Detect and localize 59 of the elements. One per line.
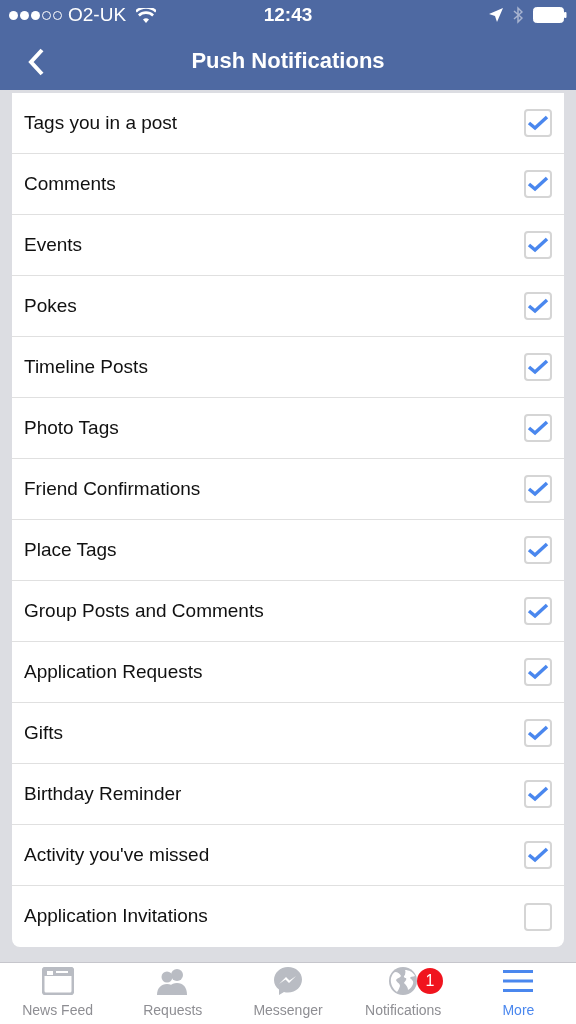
notification-badge: 1 bbox=[417, 968, 444, 994]
checkmark-icon bbox=[527, 664, 549, 680]
setting-label: Application Requests bbox=[24, 659, 203, 684]
setting-label: Photo Tags bbox=[24, 415, 119, 440]
setting-label: Tags you in a post bbox=[24, 110, 178, 135]
setting-label: Gifts bbox=[24, 720, 64, 745]
news-feed-icon bbox=[41, 967, 74, 995]
checkmark-icon bbox=[527, 115, 549, 131]
globe-icon bbox=[388, 966, 419, 996]
setting-label: Timeline Posts bbox=[24, 354, 148, 379]
checkmark-icon bbox=[527, 237, 549, 253]
location-arrow-icon bbox=[489, 8, 503, 22]
tab-item[interactable]: Requests bbox=[115, 963, 231, 1024]
checkmark-icon bbox=[527, 542, 549, 558]
checkbox[interactable] bbox=[524, 414, 552, 442]
setting-label: Comments bbox=[24, 171, 116, 196]
checkmark-icon bbox=[527, 481, 549, 497]
chat-bubble-icon bbox=[272, 965, 304, 997]
setting-label: Place Tags bbox=[24, 537, 117, 562]
checkbox[interactable] bbox=[524, 475, 552, 503]
checkbox[interactable] bbox=[524, 780, 552, 808]
setting-label: Activity you've missed bbox=[24, 842, 210, 867]
checkmark-icon bbox=[527, 725, 549, 741]
checkbox[interactable] bbox=[524, 231, 552, 259]
back-chevron-icon bbox=[28, 48, 44, 76]
checkbox[interactable] bbox=[524, 719, 552, 747]
checkmark-icon bbox=[527, 176, 549, 192]
setting-label: Friend Confirmations bbox=[24, 476, 201, 501]
battery-icon bbox=[533, 7, 567, 23]
setting-label: Pokes bbox=[24, 293, 77, 318]
checkmark-icon bbox=[527, 603, 549, 619]
bluetooth-icon bbox=[513, 6, 523, 24]
wifi-icon bbox=[136, 7, 157, 23]
tab-item[interactable]: Messenger bbox=[230, 963, 346, 1024]
tab-item[interactable]: News Feed bbox=[0, 963, 116, 1024]
checkbox[interactable] bbox=[524, 902, 552, 931]
setting-label: Birthday Reminder bbox=[24, 781, 182, 806]
tab-item[interactable]: Notifications 1 bbox=[345, 963, 461, 1024]
tab-item[interactable]: More bbox=[460, 963, 576, 1024]
checkmark-icon bbox=[527, 298, 549, 314]
checkbox[interactable] bbox=[524, 597, 552, 625]
checkbox[interactable] bbox=[524, 170, 552, 198]
page-title: Push Notifications bbox=[191, 46, 385, 75]
checkbox[interactable] bbox=[524, 109, 552, 137]
setting-label: Application Invitations bbox=[24, 904, 208, 929]
setting-label: Events bbox=[24, 232, 83, 257]
checkbox[interactable] bbox=[524, 841, 552, 869]
setting-label: Group Posts and Comments bbox=[24, 598, 264, 623]
checkmark-icon bbox=[527, 847, 549, 863]
clock-time: 12:43 bbox=[263, 2, 313, 27]
checkmark-icon bbox=[527, 786, 549, 802]
carrier-name: O2-UK bbox=[68, 2, 127, 27]
checkmark-icon bbox=[527, 420, 549, 436]
checkbox[interactable] bbox=[524, 536, 552, 564]
checkbox[interactable] bbox=[524, 353, 552, 381]
checkbox[interactable] bbox=[524, 658, 552, 686]
menu-icon bbox=[503, 969, 534, 993]
checkbox[interactable] bbox=[524, 292, 552, 320]
checkmark-icon bbox=[527, 359, 549, 375]
